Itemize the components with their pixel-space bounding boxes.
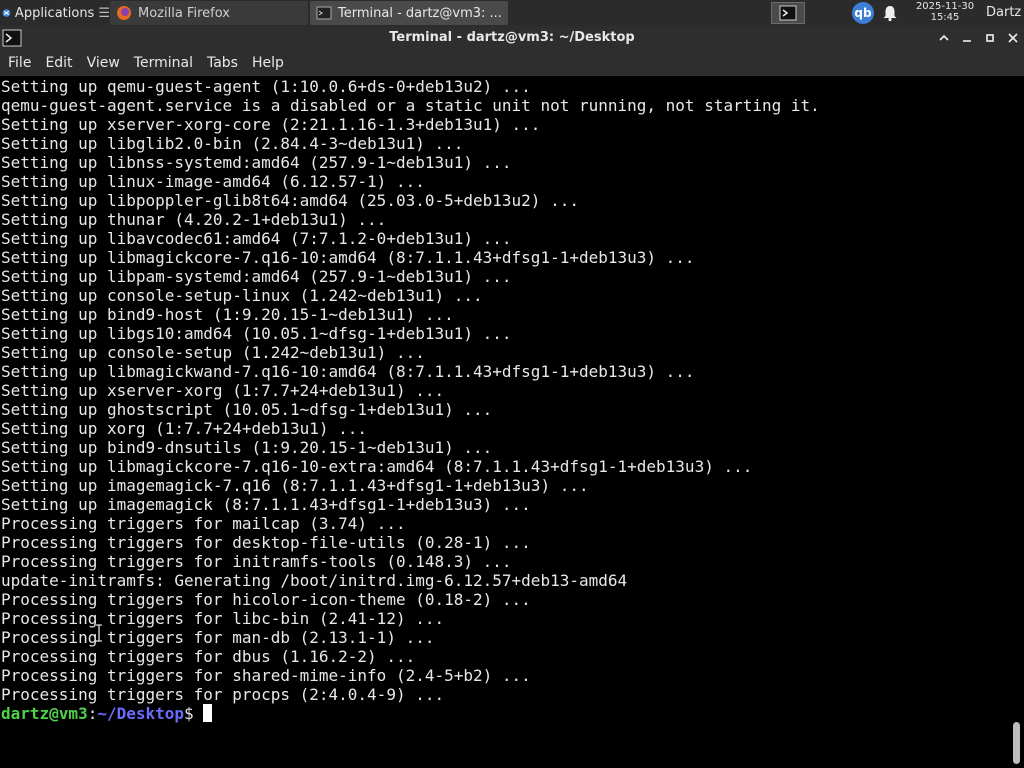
terminal-line: Processing triggers for desktop-file-uti… xyxy=(1,533,531,552)
terminal-line: Processing triggers for dbus (1.16.2-2) … xyxy=(1,647,416,666)
menu-help[interactable]: Help xyxy=(245,50,291,76)
terminal-line: Processing triggers for man-db (2.13.1-1… xyxy=(1,628,435,647)
terminal-line: Setting up libgs10:amd64 (10.05.1~dfsg-1… xyxy=(1,324,512,343)
window-close-button[interactable] xyxy=(1004,29,1022,47)
terminal-line: Setting up libnss-systemd:amd64 (257.9-1… xyxy=(1,153,512,172)
minimize-icon xyxy=(963,40,971,42)
firefox-icon xyxy=(117,6,131,20)
terminal-line: Setting up xserver-xorg-core (2:21.1.16-… xyxy=(1,115,541,134)
window-shade-button[interactable] xyxy=(935,29,953,47)
terminal-launcher-icon xyxy=(779,5,797,21)
prompt-path: ~/Desktop xyxy=(97,704,185,723)
terminal-line: Setting up linux-image-amd64 (6.12.57-1)… xyxy=(1,172,425,191)
terminal-line: Setting up bind9-host (1:9.20.15-1~deb13… xyxy=(1,305,454,324)
text-cursor-icon xyxy=(96,624,102,642)
prompt-symbol: $ xyxy=(184,704,204,723)
terminal-line: Setting up imagemagick-7.q16 (8:7.1.1.43… xyxy=(1,476,589,495)
maximize-icon xyxy=(986,34,994,42)
clock-date: 2025-11-30 xyxy=(915,1,975,12)
terminal-line: Processing triggers for mailcap (3.74) .… xyxy=(1,514,406,533)
taskbar-terminal[interactable]: Terminal - dartz@vm3: ... xyxy=(310,1,508,25)
close-icon xyxy=(1008,33,1018,43)
terminal-line: Setting up console-setup-linux (1.242~de… xyxy=(1,286,483,305)
terminal-line: Setting up thunar (4.20.2-1+deb13u1) ... xyxy=(1,210,387,229)
terminal-line: Setting up xorg (1:7.7+24+deb13u1) ... xyxy=(1,419,368,438)
terminal-output[interactable]: Setting up qemu-guest-agent (1:10.0.6+ds… xyxy=(0,76,1008,768)
terminal-line: Processing triggers for hicolor-icon-the… xyxy=(1,590,531,609)
terminal-line: Setting up libmagickwand-7.q16-10:amd64 … xyxy=(1,362,695,381)
terminal-line: qemu-guest-agent.service is a disabled o… xyxy=(1,96,820,115)
terminal-line: Setting up ghostscript (10.05.1~dfsg-1+d… xyxy=(1,400,493,419)
terminal-line: update-initramfs: Generating /boot/initr… xyxy=(1,571,628,590)
window-minimize-button[interactable] xyxy=(958,29,976,47)
terminal-lines: Setting up qemu-guest-agent (1:10.0.6+ds… xyxy=(1,77,820,723)
taskbar-firefox-label: Mozilla Firefox xyxy=(138,5,230,21)
terminal-line: Setting up libavcodec61:amd64 (7:7.1.2-0… xyxy=(1,229,512,248)
menu-terminal[interactable]: Terminal xyxy=(127,50,200,76)
prompt-separator: : xyxy=(87,704,98,723)
menu-tabs[interactable]: Tabs xyxy=(200,50,245,76)
terminal-line: Setting up libglib2.0-bin (2.84.4-3~deb1… xyxy=(1,134,464,153)
terminal-line: Setting up xserver-xorg (1:7.7+24+deb13u… xyxy=(1,381,445,400)
terminal-line: Processing triggers for libc-bin (2.41-1… xyxy=(1,609,445,628)
applications-menu[interactable]: Applications ☰ xyxy=(0,0,110,26)
terminal-cursor xyxy=(203,704,213,722)
notification-bell-icon[interactable] xyxy=(881,4,899,22)
terminal-line: Processing triggers for procps (2:4.0.4-… xyxy=(1,685,445,704)
taskbar-terminal-label: Terminal - dartz@vm3: ... xyxy=(338,5,502,21)
menu-view[interactable]: View xyxy=(80,50,127,76)
menu-edit[interactable]: Edit xyxy=(38,50,79,76)
terminal-scrollbar[interactable] xyxy=(1008,76,1024,768)
xfce-logo-icon xyxy=(2,9,11,17)
terminal-line: Processing triggers for initramfs-tools … xyxy=(1,552,512,571)
window-titlebar[interactable]: Terminal - dartz@vm3: ~/Desktop xyxy=(0,26,1024,50)
terminal-line: Setting up libpoppler-glib8t64:amd64 (25… xyxy=(1,191,579,210)
window-maximize-button[interactable] xyxy=(981,29,999,47)
applications-label: Applications xyxy=(14,5,95,21)
chevron-up-icon xyxy=(939,34,949,41)
scrollbar-thumb[interactable] xyxy=(1013,722,1020,764)
terminal-launcher-button[interactable] xyxy=(771,2,805,24)
terminal-line: Processing triggers for shared-mime-info… xyxy=(1,666,531,685)
menu-file[interactable]: File xyxy=(0,50,38,76)
qbittorrent-tray-icon[interactable]: qb xyxy=(852,2,874,24)
menu-bar: File Edit View Terminal Tabs Help xyxy=(0,50,1024,76)
clock[interactable]: 2025-11-30 15:45 xyxy=(910,1,980,23)
clock-time: 15:45 xyxy=(930,12,960,23)
terminal-line: Setting up qemu-guest-agent (1:10.0.6+ds… xyxy=(1,77,531,96)
terminal-icon xyxy=(316,6,332,20)
taskbar-firefox[interactable]: Mozilla Firefox xyxy=(110,1,308,25)
terminal-line: Setting up libmagickcore-7.q16-10:amd64 … xyxy=(1,248,695,267)
terminal-line: Setting up libmagickcore-7.q16-10-extra:… xyxy=(1,457,753,476)
top-panel: Applications ☰ Mozilla Firefox Terminal … xyxy=(0,0,1024,26)
terminal-line: Setting up console-setup (1.242~deb13u1)… xyxy=(1,343,425,362)
terminal-prompt: dartz@vm3:~/Desktop$ xyxy=(1,704,820,723)
applications-separator: ☰ xyxy=(98,5,110,21)
user-menu[interactable]: Dartz xyxy=(986,0,1021,26)
terminal-line: Setting up bind9-dnsutils (1:9.20.15-1~d… xyxy=(1,438,493,457)
terminal-line: Setting up imagemagick (8:7.1.1.43+dfsg1… xyxy=(1,495,531,514)
terminal-line: Setting up libpam-systemd:amd64 (257.9-1… xyxy=(1,267,512,286)
window-title: Terminal - dartz@vm3: ~/Desktop xyxy=(389,30,635,45)
prompt-user: dartz@vm3 xyxy=(1,704,88,723)
